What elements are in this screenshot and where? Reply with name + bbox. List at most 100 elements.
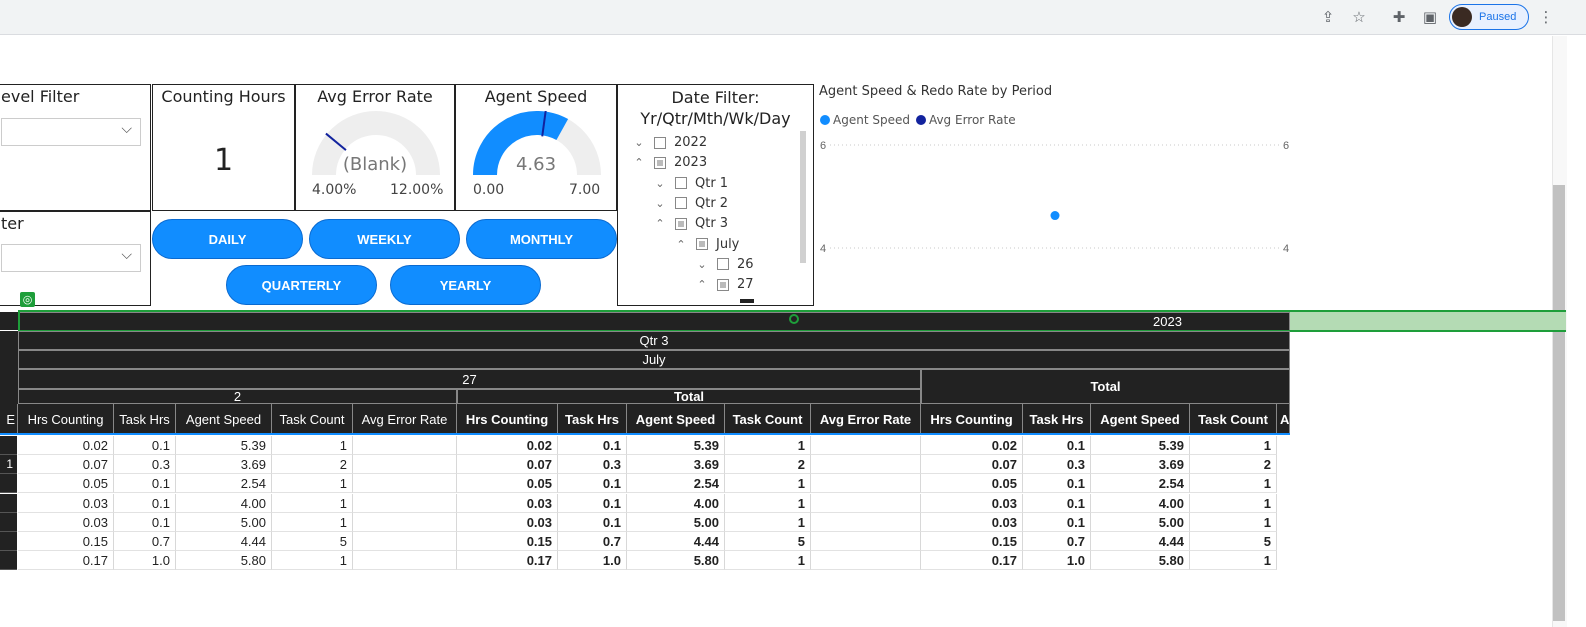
table-cell[interactable]: 0.03 bbox=[921, 512, 1023, 532]
quarter-header[interactable]: Qtr 3 bbox=[18, 331, 1290, 350]
table-row-header[interactable] bbox=[0, 551, 17, 571]
slicer-scrollbar-thumb[interactable] bbox=[800, 131, 806, 263]
column-header[interactable]: Task Hrs bbox=[1023, 404, 1091, 434]
table-cell[interactable]: 1 bbox=[1190, 551, 1277, 571]
column-header[interactable]: Task Count bbox=[1190, 404, 1277, 434]
table-cell[interactable]: 0.02 bbox=[18, 436, 114, 455]
chevron-up-icon[interactable]: ⌃ bbox=[653, 217, 667, 230]
table-cell[interactable]: 1 bbox=[272, 436, 353, 455]
focus-mode-icon[interactable]: ◎ bbox=[20, 292, 35, 307]
table-cell[interactable]: 1 bbox=[725, 551, 811, 571]
share-icon[interactable]: ⇪ bbox=[1317, 6, 1339, 28]
selection-drag-area[interactable] bbox=[1290, 312, 1566, 330]
checkbox[interactable] bbox=[675, 177, 687, 190]
table-cell[interactable]: 5 bbox=[1190, 532, 1277, 551]
table-cell[interactable]: 0.05 bbox=[457, 474, 558, 494]
table-cell[interactable]: 0.15 bbox=[921, 532, 1023, 551]
table-cell[interactable]: 5 bbox=[725, 532, 811, 551]
checkbox[interactable] bbox=[717, 258, 729, 271]
column-header[interactable]: Avg Error Rate bbox=[811, 404, 921, 434]
table-cell[interactable]: 1 bbox=[725, 493, 811, 513]
yearly-button[interactable]: YEARLY bbox=[390, 265, 541, 305]
table-cell[interactable]: 5 bbox=[272, 532, 353, 551]
table-cell[interactable]: 0.3 bbox=[114, 455, 176, 475]
side-panel-icon[interactable]: ▣ bbox=[1419, 6, 1441, 28]
table-cell[interactable]: 0.1 bbox=[1023, 493, 1091, 513]
table-cell[interactable]: 0.1 bbox=[114, 474, 176, 494]
daily-button[interactable]: DAILY bbox=[152, 219, 303, 259]
table-cell[interactable]: 3.69 bbox=[627, 455, 725, 475]
table-cell[interactable]: 0.1 bbox=[1023, 474, 1091, 494]
table-cell[interactable]: 1 bbox=[272, 474, 353, 494]
table-cell[interactable]: 0.03 bbox=[18, 493, 114, 513]
table-cell[interactable]: 1 bbox=[1190, 436, 1277, 455]
slicer-item[interactable]: ⌄ Qtr 2 bbox=[653, 196, 728, 211]
table-cell[interactable]: 0.07 bbox=[921, 455, 1023, 475]
column-header[interactable]: Hrs Counting bbox=[18, 404, 114, 434]
table-cell[interactable] bbox=[811, 512, 921, 532]
table-cell[interactable]: 3.69 bbox=[1091, 455, 1190, 475]
table-cell[interactable]: 0.17 bbox=[921, 551, 1023, 571]
table-cell[interactable] bbox=[353, 493, 457, 513]
slicer-item[interactable]: ⌄ 26 bbox=[695, 257, 753, 272]
table-cell[interactable]: 5.00 bbox=[176, 512, 272, 532]
monthly-button[interactable]: MONTHLY bbox=[466, 219, 617, 259]
slicer-item[interactable]: ⌃ 27 bbox=[695, 277, 753, 292]
table-cell[interactable]: 1 bbox=[1190, 493, 1277, 513]
table-cell[interactable]: 1 bbox=[272, 493, 353, 513]
month-header[interactable]: July bbox=[18, 350, 1290, 369]
resize-handle[interactable] bbox=[789, 314, 799, 324]
table-cell[interactable]: 5.80 bbox=[1091, 551, 1190, 571]
chevron-down-icon[interactable]: ⌄ bbox=[695, 258, 709, 271]
table-row-header[interactable] bbox=[0, 436, 17, 455]
table-cell[interactable]: 2.54 bbox=[627, 474, 725, 494]
table-cell[interactable]: 4.00 bbox=[627, 493, 725, 513]
weekly-button[interactable]: WEEKLY bbox=[309, 219, 460, 259]
column-header[interactable]: Task Count bbox=[725, 404, 811, 434]
chevron-up-icon[interactable]: ⌃ bbox=[695, 278, 709, 291]
slicer-item[interactable]: ⌃ 2023 bbox=[632, 155, 707, 170]
chevron-down-icon[interactable]: ⌄ bbox=[632, 136, 646, 149]
table-cell[interactable]: 0.02 bbox=[921, 436, 1023, 455]
table-row-header[interactable] bbox=[0, 474, 17, 494]
column-header[interactable]: Hrs Counting bbox=[457, 404, 558, 434]
checkbox[interactable] bbox=[675, 197, 687, 210]
slicer-item[interactable]: ⌄ 2022 bbox=[632, 135, 707, 150]
table-cell[interactable]: 1 bbox=[1190, 474, 1277, 494]
table-cell[interactable] bbox=[811, 532, 921, 551]
table-cell[interactable]: 0.1 bbox=[114, 493, 176, 513]
column-header[interactable]: Agent Speed bbox=[627, 404, 725, 434]
column-header[interactable]: A bbox=[1277, 404, 1290, 434]
table-cell[interactable] bbox=[811, 455, 921, 475]
table-cell[interactable]: 0.7 bbox=[558, 532, 627, 551]
table-cell[interactable]: 4.44 bbox=[1091, 532, 1190, 551]
table-cell[interactable]: 4.44 bbox=[627, 532, 725, 551]
table-cell[interactable]: 0.3 bbox=[558, 455, 627, 475]
table-cell[interactable]: 5.80 bbox=[627, 551, 725, 571]
column-header[interactable]: Task Hrs bbox=[558, 404, 627, 434]
table-cell[interactable]: 0.15 bbox=[457, 532, 558, 551]
table-cell[interactable]: 5.00 bbox=[1091, 512, 1190, 532]
table-cell[interactable]: 0.1 bbox=[1023, 436, 1091, 455]
table-cell[interactable]: 1 bbox=[272, 551, 353, 571]
quarterly-button[interactable]: QUARTERLY bbox=[226, 265, 377, 305]
table-cell[interactable] bbox=[811, 474, 921, 494]
column-header[interactable]: Agent Speed bbox=[1091, 404, 1190, 434]
table-cell[interactable]: 0.03 bbox=[457, 512, 558, 532]
table-cell[interactable]: 5.39 bbox=[176, 436, 272, 455]
chevron-up-icon[interactable]: ⌃ bbox=[632, 156, 646, 169]
table-cell[interactable]: 0.07 bbox=[457, 455, 558, 475]
column-header[interactable]: Task Hrs bbox=[114, 404, 176, 434]
checkbox[interactable] bbox=[717, 278, 729, 291]
table-cell[interactable]: 3.69 bbox=[176, 455, 272, 475]
slicer-item[interactable]: ⌃ Qtr 3 bbox=[653, 216, 728, 231]
table-cell[interactable]: 1.0 bbox=[114, 551, 176, 571]
week-header[interactable]: 27 bbox=[18, 369, 921, 389]
table-cell[interactable]: 5.80 bbox=[176, 551, 272, 571]
table-cell[interactable] bbox=[353, 455, 457, 475]
table-row-header[interactable] bbox=[0, 532, 17, 551]
table-cell[interactable]: 0.1 bbox=[558, 512, 627, 532]
table-cell[interactable]: 0.02 bbox=[457, 436, 558, 455]
table-cell[interactable]: 4.00 bbox=[176, 493, 272, 513]
week-total-header[interactable]: Total bbox=[457, 389, 921, 404]
